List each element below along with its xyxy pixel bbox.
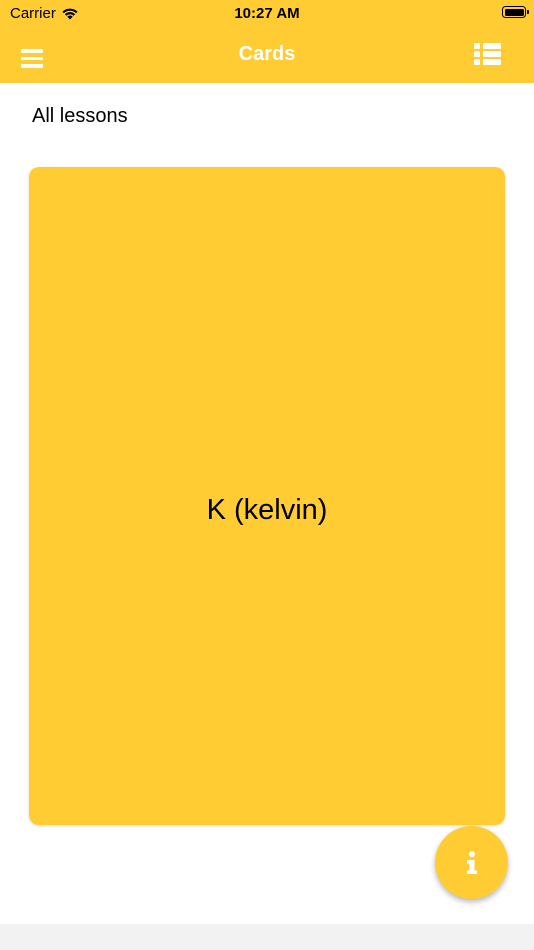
- lesson-filter-label[interactable]: All lessons: [32, 105, 128, 128]
- battery-level: [504, 8, 524, 16]
- info-button[interactable]: [435, 826, 508, 899]
- navigation-bar: Cards: [0, 30, 534, 83]
- list-icon[interactable]: [474, 43, 501, 65]
- status-time: 10:27 AM: [234, 5, 300, 22]
- page-title: Cards: [238, 43, 296, 65]
- status-bar: Carrier 10:27 AM: [0, 0, 534, 30]
- battery-icon: [502, 6, 529, 18]
- flashcard[interactable]: K (kelvin): [29, 167, 505, 825]
- info-icon: [466, 850, 477, 874]
- flashcard-text: K (kelvin): [206, 493, 328, 526]
- bottom-bar: [0, 924, 534, 950]
